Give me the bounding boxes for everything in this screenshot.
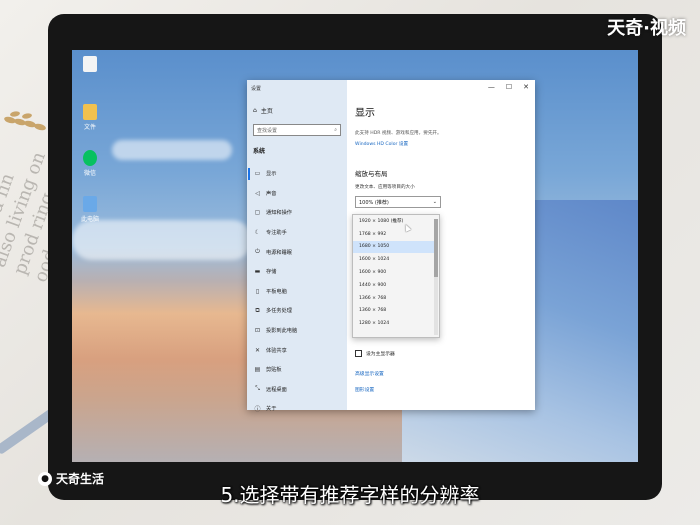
nav-item-about[interactable]: ⓘ 关于 — [247, 399, 347, 419]
resolution-dropdown: 1920 × 1080 (推荐) 1768 × 992 1680 × 1050 … — [352, 214, 440, 338]
nav-item-sound[interactable]: ◁ 声音 — [247, 184, 347, 204]
wechat-icon — [83, 150, 97, 166]
storage-icon: ▬ — [254, 268, 261, 276]
chevron-down-icon: ⌄ — [432, 199, 437, 205]
nav-item-project[interactable]: ⊡ 投影到此电脑 — [247, 321, 347, 341]
resolution-option[interactable]: 1680 × 1050 — [353, 240, 435, 254]
scale-label: 更改文本、应用等项目的大小 — [355, 185, 415, 190]
nav-item-display[interactable]: ▭ 显示 — [247, 164, 347, 184]
resolution-option[interactable]: 1600 × 900 — [353, 266, 435, 279]
nav-list: ▭ 显示 ◁ 声音 ▢ 通知和操作 ☾ 专注助手 ⏻ 电源和睡眠 ▬ 存储 ▯ 平板电脑 ⧉ 多… — [247, 164, 347, 419]
minimize-button[interactable]: — — [488, 83, 495, 91]
resolution-option[interactable]: 1440 × 900 — [353, 279, 435, 292]
nav-item-focus[interactable]: ☾ 专注助手 — [247, 223, 347, 243]
speaker-icon: ◁ — [255, 189, 260, 197]
window-controls: — ☐ ✕ — [488, 83, 529, 91]
resolution-option[interactable]: 1280 × 1024 — [353, 317, 435, 330]
resolution-option[interactable]: 1600 × 1024 — [353, 253, 435, 266]
nav-item-share[interactable]: ✕ 体验共享 — [247, 340, 347, 360]
nav-label: 专注助手 — [266, 230, 287, 237]
nav-item-storage[interactable]: ▬ 存储 — [247, 262, 347, 282]
settings-sidebar: 设置 ⌂ 主页 查找设置 ⌕ 系统 ▭ 显示 ◁ 声音 ▢ 通知和操作 ☾ 专注助手 ⏻… — [247, 80, 347, 413]
nav-label: 远程桌面 — [266, 386, 287, 393]
desktop-icon[interactable] — [78, 56, 102, 74]
home-button[interactable]: ⌂ 主页 — [253, 106, 273, 115]
resolution-option[interactable]: 1360 × 768 — [353, 305, 435, 318]
nav-label: 声音 — [266, 190, 277, 197]
moon-icon: ☾ — [254, 229, 261, 237]
nav-item-tablet[interactable]: ▯ 平板电脑 — [247, 282, 347, 302]
video-caption: 5.选择带有推荐字样的分辨率 — [220, 483, 480, 507]
info-icon: ⓘ — [254, 406, 261, 414]
project-icon: ⊡ — [254, 327, 261, 335]
search-placeholder: 查找设置 — [257, 128, 278, 134]
multitask-icon: ⧉ — [255, 306, 260, 314]
scale-value: 100% (推荐) — [359, 199, 389, 206]
settings-window: 设置 ⌂ 主页 查找设置 ⌕ 系统 ▭ 显示 ◁ 声音 ▢ 通知和操作 ☾ 专注助手 ⏻… — [247, 80, 535, 413]
monitor-icon: ▭ — [254, 170, 261, 178]
cloud — [72, 220, 252, 260]
nav-item-notifications[interactable]: ▢ 通知和操作 — [247, 203, 347, 223]
nav-label: 多任务处理 — [266, 308, 292, 315]
dropdown-scrollbar[interactable] — [434, 219, 438, 335]
nav-label: 显示 — [266, 171, 277, 178]
nav-item-multitask[interactable]: ⧉ 多任务处理 — [247, 301, 347, 321]
desktop-icon-label: 文件 — [83, 124, 96, 131]
window-title: 设置 — [251, 86, 262, 92]
tablet-icon: ▯ — [255, 287, 260, 295]
desktop-icon-label: 此电脑 — [80, 216, 99, 223]
nav-label: 关于 — [266, 406, 277, 413]
notification-icon: ▢ — [254, 209, 261, 217]
graphics-settings-link[interactable]: 图形设置 — [355, 386, 374, 393]
resolution-option[interactable]: 1768 × 992 — [353, 228, 435, 241]
remote-icon: ⤡ — [255, 385, 260, 393]
close-button[interactable]: ✕ — [523, 83, 529, 91]
clipboard-icon: ▤ — [254, 366, 261, 374]
home-icon: ⌂ — [253, 107, 257, 114]
nav-label: 投影到此电脑 — [266, 328, 298, 335]
advanced-display-link[interactable]: 高级显示设置 — [355, 370, 384, 377]
scale-heading: 缩放与布局 — [355, 170, 388, 178]
nav-label: 通知和操作 — [266, 210, 292, 217]
checkbox-label: 设为主显示器 — [366, 352, 395, 357]
maximize-button[interactable]: ☐ — [506, 83, 512, 91]
cloud — [112, 140, 232, 160]
nav-label: 体验共享 — [266, 347, 287, 354]
scale-select[interactable]: 100% (推荐) ⌄ — [355, 196, 441, 208]
nav-label: 存储 — [266, 269, 277, 276]
nav-item-power[interactable]: ⏻ 电源和睡眠 — [247, 242, 347, 262]
share-icon: ✕ — [254, 346, 261, 354]
section-title: 系统 — [253, 148, 266, 155]
hdr-note: 此支持 HDR 视频、游戏和应用，要先开。 — [355, 131, 442, 136]
file-icon — [83, 56, 97, 72]
search-input[interactable]: 查找设置 ⌕ — [253, 124, 341, 136]
watermark-logo: 天奇·视频 — [607, 18, 686, 39]
nav-item-remote[interactable]: ⤡ 远程桌面 — [247, 380, 347, 400]
scrollbar-thumb[interactable] — [434, 219, 438, 277]
hdr-settings-link[interactable]: Windows HD Color 设置 — [355, 141, 408, 147]
home-label: 主页 — [260, 108, 273, 115]
desktop-icon-label: 微信 — [83, 170, 96, 177]
power-icon: ⏻ — [255, 248, 260, 256]
nav-label: 电源和睡眠 — [266, 249, 292, 256]
desktop-icon[interactable]: 此电脑 — [78, 196, 102, 223]
page-title: 显示 — [355, 108, 375, 119]
nav-label: 剪贴板 — [266, 367, 282, 374]
checkbox-box[interactable] — [355, 350, 362, 357]
search-icon: ⌕ — [334, 127, 337, 133]
resolution-option[interactable]: 1920 × 1080 (推荐) — [353, 215, 435, 228]
resolution-option[interactable]: 1366 × 768 — [353, 292, 435, 305]
nav-item-clipboard[interactable]: ▤ 剪贴板 — [247, 360, 347, 380]
desktop-icon[interactable]: 文件 — [78, 104, 102, 131]
desktop-icon[interactable]: 微信 — [78, 150, 102, 177]
settings-content: — ☐ ✕ 显示 此支持 HDR 视频、游戏和应用，要先开。 Windows H… — [347, 80, 535, 410]
computer-icon — [83, 196, 97, 212]
nav-label: 平板电脑 — [266, 288, 287, 295]
main-display-checkbox[interactable]: 设为主显示器 — [355, 350, 395, 357]
folder-icon — [83, 104, 97, 120]
